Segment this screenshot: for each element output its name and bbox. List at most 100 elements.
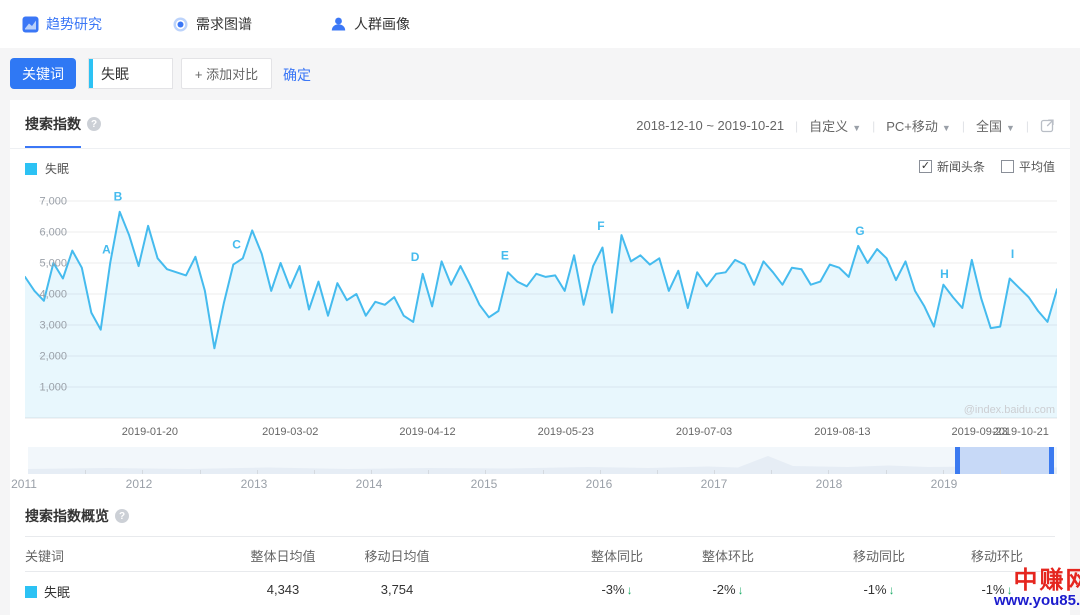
demand-map-icon bbox=[172, 16, 189, 33]
chart-controls: 2018-12-10 ~ 2019-10-21 | 自定义▼ | PC+移动▼ … bbox=[636, 116, 1055, 135]
checkbox-label: 平均值 bbox=[1019, 158, 1055, 175]
slider-tick bbox=[714, 470, 715, 474]
export-icon[interactable] bbox=[1040, 118, 1055, 133]
panel-title-row: 搜索指数 ? bbox=[25, 114, 101, 134]
slider-tick bbox=[142, 470, 143, 474]
timeline-year-label: 2014 bbox=[356, 477, 383, 491]
overview-value-cell: -2%↓ bbox=[712, 582, 743, 597]
separator: | bbox=[795, 119, 798, 133]
svg-text:A: A bbox=[102, 242, 111, 256]
overview-header: 整体环比 bbox=[702, 546, 754, 565]
chart-legend: 失眠 bbox=[25, 160, 69, 177]
chevron-down-icon: ▼ bbox=[852, 123, 861, 133]
chart-plot[interactable]: 1,0002,0003,0004,0005,0006,0007,000ABCDE… bbox=[25, 188, 1057, 422]
add-compare-button[interactable]: + 添加对比 bbox=[181, 58, 272, 89]
svg-text:I: I bbox=[1011, 247, 1014, 261]
svg-text:3,000: 3,000 bbox=[39, 320, 67, 332]
overview-header: 整体日均值 bbox=[250, 546, 315, 565]
keyword-bar: 关键词 + 添加对比 确定 bbox=[0, 48, 1080, 100]
help-icon[interactable]: ? bbox=[87, 117, 101, 131]
slider-tick bbox=[1000, 470, 1001, 474]
divider bbox=[25, 536, 1055, 537]
slider-tick bbox=[428, 470, 429, 474]
timeline-year-label: 2013 bbox=[241, 477, 268, 491]
overview-header: 关键词 bbox=[25, 546, 64, 565]
x-axis-label: 2019-08-13 bbox=[814, 426, 870, 438]
keyword-label: 失眠 bbox=[44, 582, 70, 601]
slider-tick bbox=[600, 470, 601, 474]
search-index-panel: 搜索指数 ? 2018-12-10 ~ 2019-10-21 | 自定义▼ | … bbox=[10, 100, 1070, 615]
keyword-input-wrap bbox=[88, 58, 173, 89]
slider-tick bbox=[200, 470, 201, 474]
overview-value-cell: 4,343 bbox=[267, 582, 300, 597]
svg-text:E: E bbox=[501, 249, 509, 263]
separator: | bbox=[1026, 119, 1029, 133]
down-arrow-icon: ↓ bbox=[627, 583, 633, 597]
overview-keyword-cell: 失眠 bbox=[25, 582, 70, 601]
dropdown-device[interactable]: PC+移动▼ bbox=[886, 116, 951, 135]
timeline-year-label: 2011 bbox=[11, 477, 37, 491]
overview-header: 移动日均值 bbox=[364, 546, 429, 565]
divider bbox=[10, 148, 1070, 149]
dropdown-custom-range[interactable]: 自定义▼ bbox=[809, 116, 861, 135]
down-arrow-icon: ↓ bbox=[1007, 583, 1013, 597]
slider-tick bbox=[85, 470, 86, 474]
dropdown-region[interactable]: 全国▼ bbox=[976, 116, 1015, 135]
nav-item-3[interactable]: 人群画像 bbox=[330, 0, 410, 48]
checkbox-icon bbox=[1001, 160, 1014, 173]
slider-tick bbox=[257, 470, 258, 474]
x-axis-label: 2019-04-12 bbox=[399, 426, 455, 438]
overview-value-cell: -3%↓ bbox=[601, 582, 632, 597]
keyword-input[interactable] bbox=[101, 59, 169, 88]
overview-title: 搜索指数概览 bbox=[25, 506, 109, 526]
separator: | bbox=[962, 119, 965, 133]
keyword-category-button[interactable]: 关键词 bbox=[10, 58, 76, 89]
slider-handle-left[interactable] bbox=[955, 447, 960, 474]
checkbox-1[interactable]: ✓新闻头条 bbox=[919, 158, 985, 175]
series-color-bar bbox=[89, 59, 93, 88]
overview-title-row: 搜索指数概览 ? bbox=[25, 506, 129, 526]
overview-header: 移动同比 bbox=[853, 546, 905, 565]
slider-tick bbox=[314, 470, 315, 474]
x-axis-label: 2019-10-21 bbox=[993, 426, 1049, 438]
svg-text:6,000: 6,000 bbox=[39, 227, 67, 239]
help-icon[interactable]: ? bbox=[115, 509, 129, 523]
timeline-year-label: 2018 bbox=[816, 477, 843, 491]
slider-tick bbox=[943, 470, 944, 474]
overview-header: 移动环比 bbox=[971, 546, 1023, 565]
timeline-years: 201120122013201420152016201720182019 bbox=[28, 477, 1057, 491]
svg-text:4,000: 4,000 bbox=[39, 289, 67, 301]
baidu-index-watermark: @index.baidu.com bbox=[964, 404, 1055, 416]
timeline-year-label: 2012 bbox=[126, 477, 153, 491]
svg-text:B: B bbox=[114, 190, 123, 204]
legend-color-chip bbox=[25, 163, 37, 175]
overview-header: 整体同比 bbox=[591, 546, 643, 565]
chevron-down-icon: ▼ bbox=[942, 123, 951, 133]
down-arrow-icon: ↓ bbox=[889, 583, 895, 597]
svg-text:D: D bbox=[411, 250, 420, 264]
trend-chart-icon bbox=[22, 16, 39, 33]
checkbox-icon: ✓ bbox=[919, 160, 932, 173]
slider-tick bbox=[485, 470, 486, 474]
slider-tick bbox=[828, 470, 829, 474]
keyword-color-chip bbox=[25, 586, 37, 598]
people-portrait-icon bbox=[330, 16, 347, 33]
chevron-down-icon: ▼ bbox=[1006, 123, 1015, 133]
overview-value-cell: -1%↓ bbox=[981, 582, 1012, 597]
baidu-index-page: 趋势研究需求图谱人群画像 关键词 + 添加对比 确定 搜索指数 ? 2018-1… bbox=[0, 0, 1080, 615]
nav-item-2[interactable]: 需求图谱 bbox=[172, 0, 252, 48]
date-range[interactable]: 2018-12-10 ~ 2019-10-21 bbox=[636, 118, 784, 133]
timeline-year-label: 2019 bbox=[931, 477, 958, 491]
slider-handle-right[interactable] bbox=[1049, 447, 1054, 474]
nav-item-1[interactable]: 趋势研究 bbox=[22, 0, 102, 48]
checkbox-2[interactable]: 平均值 bbox=[1001, 158, 1055, 175]
slider-selection[interactable] bbox=[955, 447, 1054, 474]
svg-text:H: H bbox=[940, 267, 949, 281]
svg-text:7,000: 7,000 bbox=[39, 196, 67, 208]
confirm-button[interactable]: 确定 bbox=[283, 65, 311, 85]
timeline-year-label: 2015 bbox=[471, 477, 498, 491]
overview-value-cell: 3,754 bbox=[381, 582, 414, 597]
x-axis-label: 2019-03-02 bbox=[262, 426, 318, 438]
svg-text:1,000: 1,000 bbox=[39, 382, 67, 394]
timeline-slider[interactable] bbox=[28, 447, 1057, 474]
